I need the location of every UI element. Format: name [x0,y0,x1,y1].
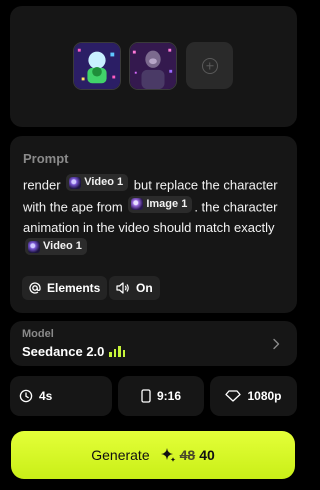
new-cost: 40 [199,447,215,463]
generate-button[interactable]: Generate 48 40 [11,431,295,479]
generate-label: Generate [91,447,150,463]
video-1-reference-chip[interactable]: Video 1 [25,238,87,255]
video-chip-icon [28,240,40,253]
duration-value: 4s [39,389,53,403]
image-chip-icon [131,198,144,210]
portrait-frame-icon [141,389,151,403]
aspect-ratio-value: 9:16 [156,389,182,403]
video-chip-icon [69,176,82,189]
add-media-button[interactable] [186,42,233,89]
model-name-text: Seedance 2.0 [22,344,105,359]
image-1-thumbnail[interactable] [129,42,177,90]
credit-cost: 48 40 [160,447,215,463]
audio-status-label: On [136,281,153,295]
model-label: Model [22,328,54,340]
at-sign-icon [29,282,41,294]
sparkle-icon [160,448,176,462]
duration-selector[interactable]: 4s [10,376,112,416]
video-thumbnail-art-icon [74,43,120,89]
media-panel [10,6,297,127]
model-selector[interactable]: Model Seedance 2.0 [10,321,297,366]
prompt-panel[interactable]: Prompt render Video 1 but replace the ch… [10,136,297,313]
video-1-thumbnail[interactable] [73,42,121,90]
image-1-reference-chip[interactable]: Image 1 [128,195,193,213]
audio-toggle[interactable]: On [109,276,160,300]
speaker-icon [116,282,129,294]
plus-circle-icon [201,57,218,74]
aspect-ratio-selector[interactable]: 9:16 [118,376,204,416]
diamond-icon [225,390,242,402]
chip-label: Image 1 [146,197,188,210]
image-thumbnail-art-icon [130,43,176,89]
prompt-text-segment: render [23,177,61,193]
video-1-reference-chip[interactable]: Video 1 [66,174,129,191]
elements-button[interactable]: Elements [22,276,108,300]
chevron-right-icon [273,338,280,350]
elements-label: Elements [47,281,101,295]
clock-icon [19,389,33,403]
prompt-textarea[interactable]: render Video 1 but replace the character… [23,174,288,260]
resolution-value: 1080p [247,389,282,403]
chip-label: Video 1 [43,240,82,252]
chip-label: Video 1 [84,176,124,188]
signal-bars-icon [109,346,126,357]
old-cost: 48 [179,447,196,463]
model-name: Seedance 2.0 [22,344,126,359]
prompt-label: Prompt [23,151,69,166]
resolution-selector[interactable]: 1080p [210,376,297,416]
